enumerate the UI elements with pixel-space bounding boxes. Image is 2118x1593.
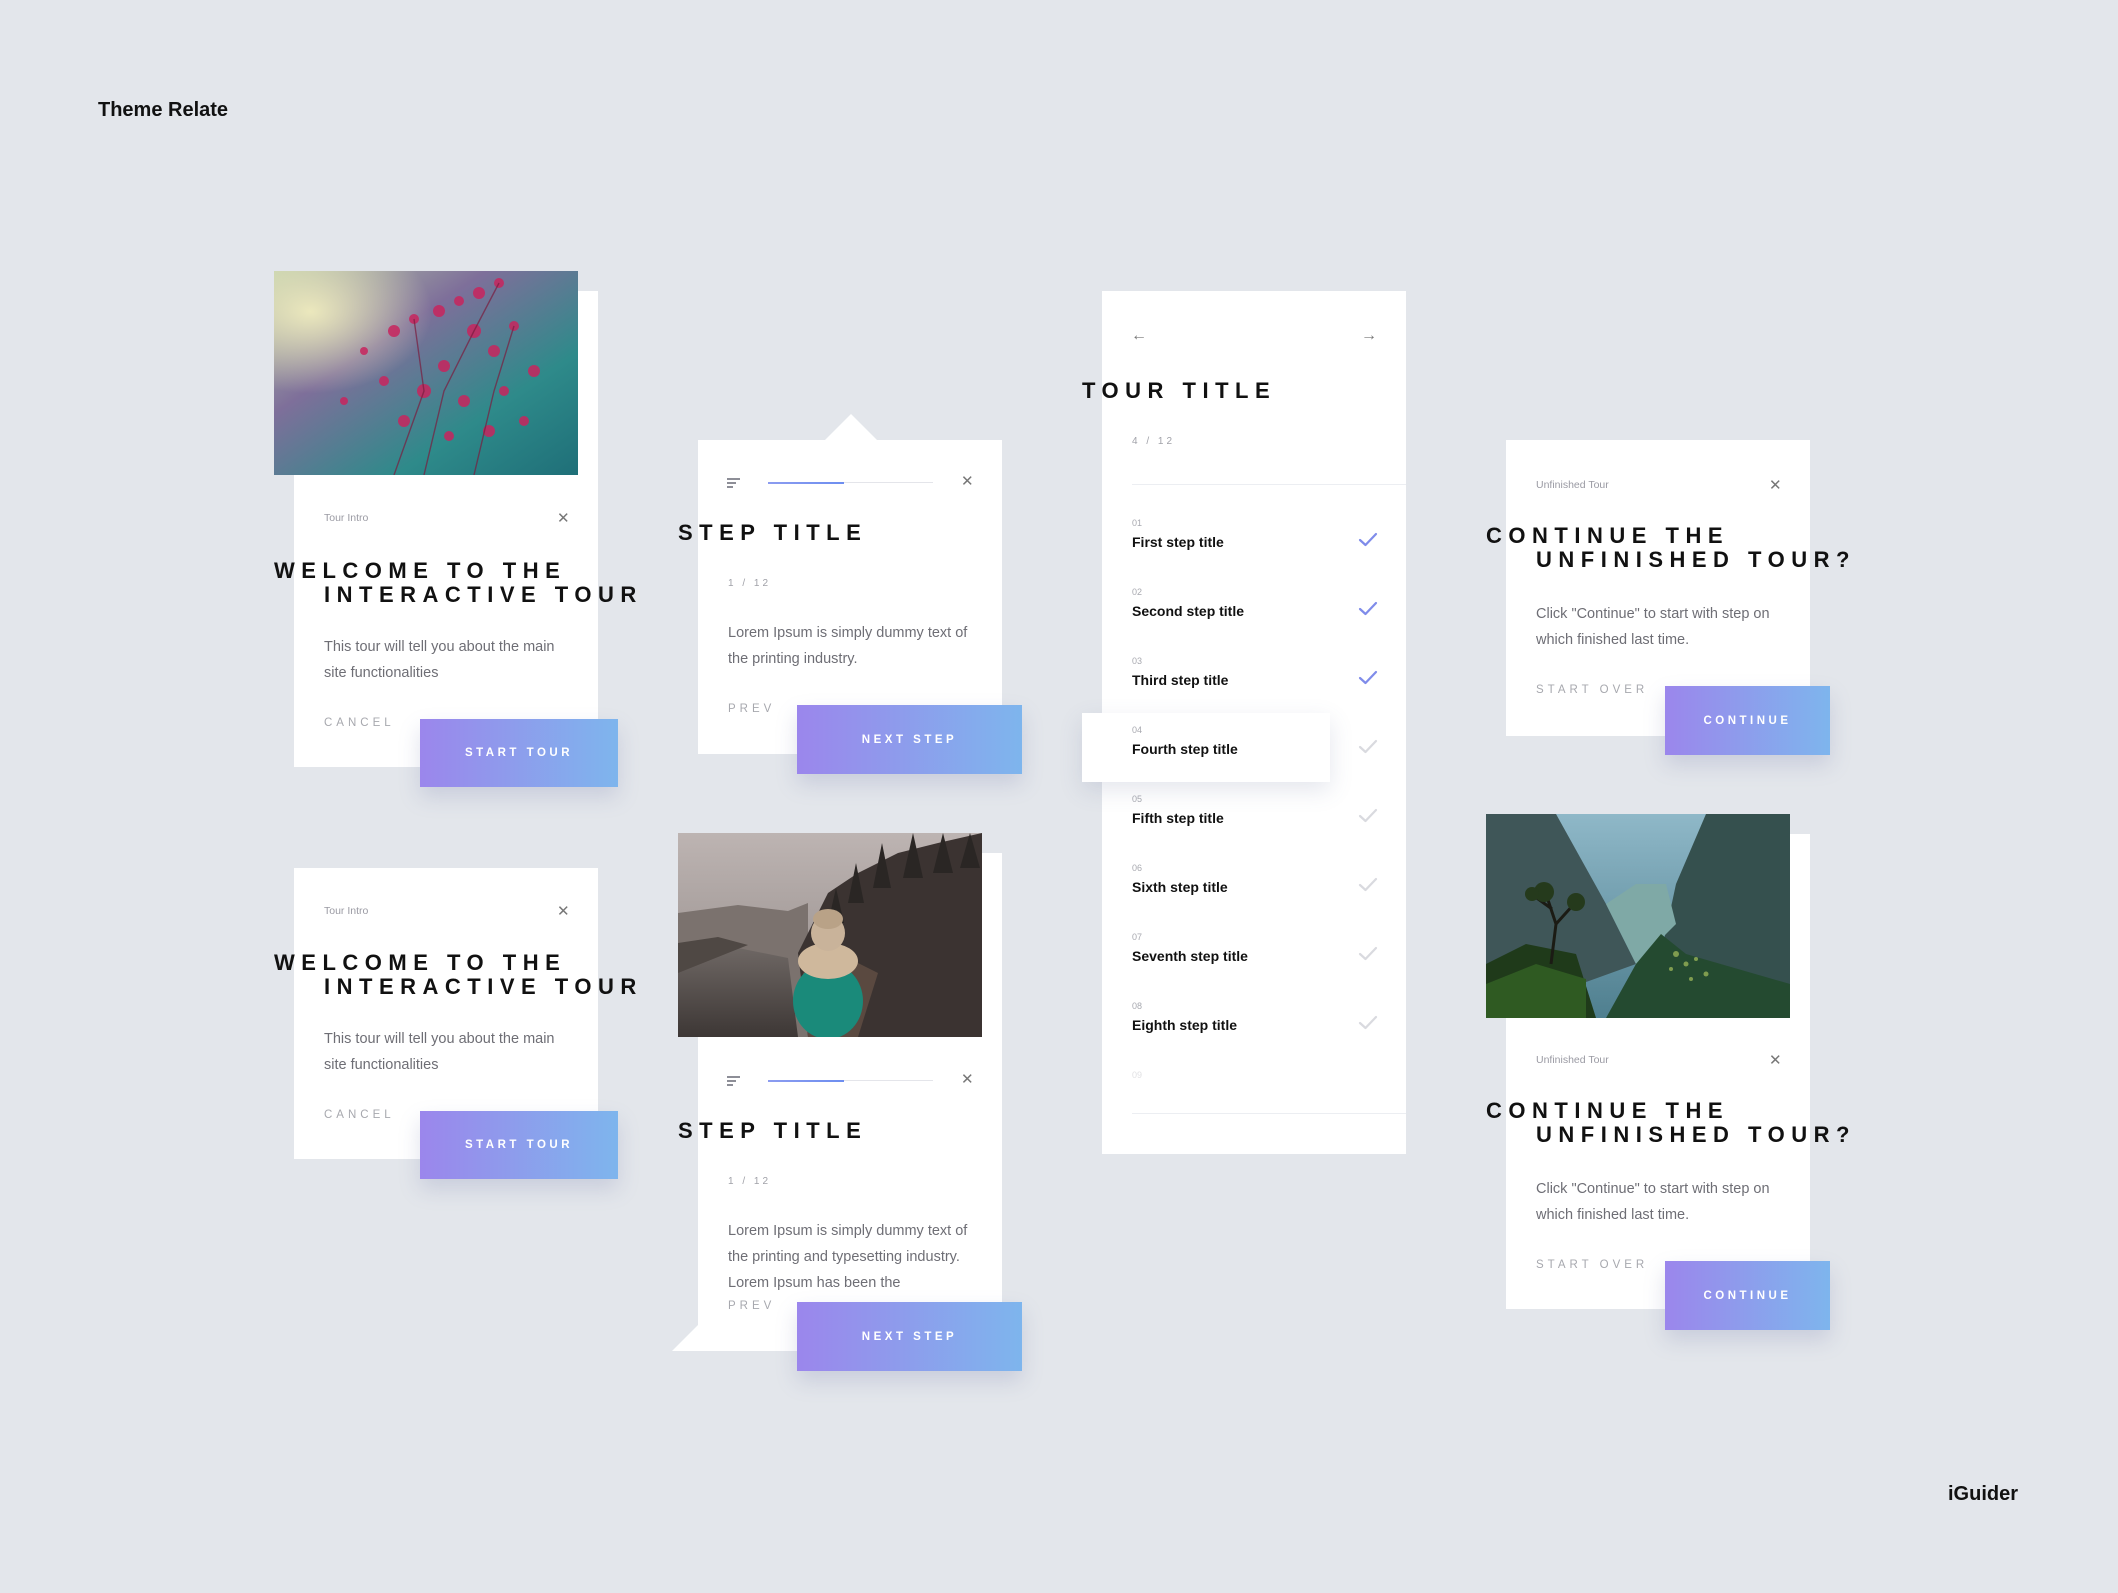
menu-icon[interactable] xyxy=(727,478,740,488)
next-step-button[interactable]: NEXT STEP xyxy=(797,705,1022,774)
close-icon[interactable]: ✕ xyxy=(557,511,570,526)
step-title: First step title xyxy=(1132,534,1224,550)
welcome-text: This tour will tell you about the main s… xyxy=(324,1031,555,1073)
card-label: Unfinished Tour xyxy=(1536,1054,1609,1066)
brand-iguider: iGuider xyxy=(1948,1483,2019,1505)
step-number: 06 xyxy=(1132,863,1143,873)
title-line-1: CONTINUE THE xyxy=(1486,1098,1729,1123)
title-line-2: UNFINISHED TOUR? xyxy=(1536,547,1856,572)
step-number: 04 xyxy=(1132,725,1143,735)
card-label: Tour Intro xyxy=(324,512,369,524)
continue-button[interactable]: CONTINUE xyxy=(1665,1261,1830,1330)
step-number: 08 xyxy=(1132,1001,1143,1011)
tour-counter: 4 / 12 xyxy=(1132,436,1176,447)
steps-list: 01 First step title 02 Second step title 03 T… xyxy=(1082,506,1407,1112)
card-label: Tour Intro xyxy=(324,905,369,917)
card-label: Unfinished Tour xyxy=(1536,479,1609,491)
flower-photo xyxy=(274,271,578,475)
step-text-clip: Lorem Ipsum is simply dummy text of the … xyxy=(728,1218,978,1296)
step-number: 01 xyxy=(1132,518,1143,528)
step-number: 03 xyxy=(1132,656,1143,666)
step-title: Sixth step title xyxy=(1132,879,1228,895)
welcome-text: This tour will tell you about the main s… xyxy=(324,639,555,681)
menu-icon[interactable] xyxy=(727,1076,740,1086)
valley-photo xyxy=(1486,814,1790,1018)
close-icon[interactable]: ✕ xyxy=(1769,1053,1782,1068)
title-line-1: WELCOME TO THE xyxy=(274,950,567,975)
start-tour-button[interactable]: START TOUR xyxy=(420,719,618,787)
cancel-button[interactable]: CANCEL xyxy=(324,717,395,729)
step-item[interactable]: 09Ninth step title xyxy=(1102,1058,1407,1086)
step-number: 07 xyxy=(1132,932,1143,942)
title-line-1: WELCOME TO THE xyxy=(274,558,567,583)
close-icon[interactable]: ✕ xyxy=(557,904,570,919)
step-number: 09 xyxy=(1132,1070,1143,1080)
cancel-button[interactable]: CANCEL xyxy=(324,1109,395,1121)
divider xyxy=(1132,484,1406,485)
unfinished-text: Click "Continue" to start with step on w… xyxy=(1536,1181,1770,1223)
step-title: STEP TITLE xyxy=(678,1118,868,1143)
step-title: Fourth step title xyxy=(1132,741,1238,757)
step-counter: 1 / 12 xyxy=(728,578,772,589)
step-title: Eighth step title xyxy=(1132,1017,1237,1033)
tour-title: TOUR TITLE xyxy=(1082,378,1277,403)
check-icon xyxy=(1358,1015,1378,1030)
step-progress xyxy=(768,481,933,484)
arrow-right-icon[interactable]: → xyxy=(1361,328,1377,344)
check-icon xyxy=(1358,808,1378,823)
start-over-button[interactable]: START OVER xyxy=(1536,1259,1648,1271)
continue-button[interactable]: CONTINUE xyxy=(1665,686,1830,755)
close-icon[interactable]: ✕ xyxy=(961,1072,974,1087)
start-tour-button[interactable]: START TOUR xyxy=(420,1111,618,1179)
arrow-left-icon[interactable]: ← xyxy=(1131,328,1147,344)
step-title: Seventh step title xyxy=(1132,948,1248,964)
prev-button[interactable]: PREV xyxy=(728,1300,775,1312)
unfinished-title: CONTINUE THE UNFINISHED TOUR? xyxy=(1486,524,1856,572)
tooltip-pointer xyxy=(672,1325,698,1351)
check-icon xyxy=(1358,877,1378,892)
title-line-1: CONTINUE THE xyxy=(1486,523,1729,548)
check-icon xyxy=(1358,532,1378,547)
step-title: Third step title xyxy=(1132,672,1229,688)
step-progress xyxy=(768,1079,933,1082)
step-text: Lorem Ipsum is simply dummy text of the … xyxy=(728,1223,968,1291)
brand-theme-relate: Theme Relate xyxy=(98,99,229,121)
close-icon[interactable]: ✕ xyxy=(1769,478,1782,493)
step-counter: 1 / 12 xyxy=(728,1176,772,1187)
check-icon xyxy=(1358,946,1378,961)
welcome-title: WELCOME TO THE INTERACTIVE TOUR xyxy=(274,951,643,999)
start-over-button[interactable]: START OVER xyxy=(1536,684,1648,696)
next-step-button[interactable]: NEXT STEP xyxy=(797,1302,1022,1371)
welcome-title: WELCOME TO THE INTERACTIVE TOUR xyxy=(274,559,643,607)
step-number: 02 xyxy=(1132,587,1143,597)
title-line-2: INTERACTIVE TOUR xyxy=(324,974,643,999)
step-title: Second step title xyxy=(1132,603,1245,619)
unfinished-title: CONTINUE THE UNFINISHED TOUR? xyxy=(1486,1099,1856,1147)
step-title: Fifth step title xyxy=(1132,810,1224,826)
check-icon xyxy=(1358,670,1378,685)
title-line-2: INTERACTIVE TOUR xyxy=(324,582,643,607)
step-item[interactable]: 04 Fourth step title xyxy=(1082,713,1330,782)
step-number: 05 xyxy=(1132,794,1143,804)
unfinished-text: Click "Continue" to start with step on w… xyxy=(1536,606,1770,648)
prev-button[interactable]: PREV xyxy=(728,703,775,715)
title-line-2: UNFINISHED TOUR? xyxy=(1536,1122,1856,1147)
tooltip-pointer xyxy=(825,414,877,440)
divider xyxy=(1132,1113,1406,1114)
check-icon xyxy=(1358,739,1378,754)
close-icon[interactable]: ✕ xyxy=(961,474,974,489)
step-title: STEP TITLE xyxy=(678,520,868,545)
lake-photo xyxy=(678,833,982,1037)
step-text: Lorem Ipsum is simply dummy text of the … xyxy=(728,625,968,667)
check-icon xyxy=(1358,601,1378,616)
